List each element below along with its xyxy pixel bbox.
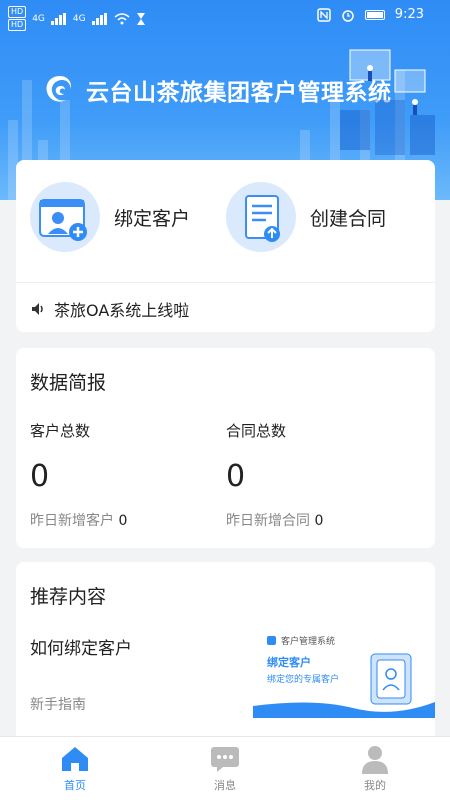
create-contract-label: 创建合同 <box>310 207 387 230</box>
tab-profile-label: 我的 <box>364 779 386 792</box>
status-time: 9:23 <box>394 7 424 22</box>
contract-total-label: 合同总数 <box>226 422 287 440</box>
customer-total-value: 0 <box>30 459 50 494</box>
hd-badge: HD <box>8 6 27 18</box>
data-brief-title: 数据简报 <box>30 372 107 394</box>
alarm-icon <box>342 9 354 22</box>
recommend-thumbnail[interactable]: 客户管理系统 绑定客户 绑定您的专属客户 <box>253 628 435 718</box>
contract-new-label: 昨日新增合同 <box>226 513 310 529</box>
recommend-title: 推荐内容 <box>30 586 107 608</box>
data-brief-card: 数据简报 客户总数 0 昨日新增客户 0 合同总数 0 昨日新增合同 0 <box>16 348 435 548</box>
bind-customer-icon <box>30 182 100 252</box>
tab-home[interactable]: 首页 <box>0 737 150 800</box>
thumb-brand: 客户管理系统 <box>281 635 335 647</box>
hourglass-icon <box>136 12 145 25</box>
bottom-tab-bar: 首页 消息 我的 <box>0 736 450 800</box>
wifi-icon <box>114 12 130 24</box>
announcement-bar[interactable]: 茶旅OA系统上线啦 <box>16 282 435 335</box>
status-bar: HD HD 4G 4G 9:23 <box>0 0 450 32</box>
status-system: 9:23 <box>317 7 424 22</box>
battery-icon <box>364 9 385 20</box>
create-contract-icon <box>226 182 296 252</box>
contract-total-value: 0 <box>226 459 246 494</box>
home-icon <box>62 747 88 771</box>
nfc-icon <box>317 7 331 22</box>
contract-stat[interactable]: 合同总数 0 昨日新增合同 0 <box>226 420 416 530</box>
tab-messages-label: 消息 <box>214 779 236 792</box>
customer-new-yesterday: 昨日新增客户 0 <box>30 510 220 530</box>
recommend-card: 推荐内容 如何绑定客户 新手指南 客户管理系统 绑定客户 绑定您的专属客户 <box>16 562 435 742</box>
contract-new-yesterday: 昨日新增合同 0 <box>226 510 416 530</box>
announcement-text: 茶旅OA系统上线啦 <box>54 301 190 320</box>
message-icon <box>211 747 239 772</box>
signal-icon <box>50 12 66 25</box>
status-network: HD HD 4G 4G <box>8 6 146 31</box>
speaker-icon <box>32 303 43 315</box>
profile-icon <box>362 746 388 774</box>
customer-new-value: 0 <box>118 513 128 529</box>
signal-4g-label: 4G <box>72 13 86 24</box>
bind-customer-button[interactable]: 绑定客户 <box>30 182 190 252</box>
tab-profile[interactable]: 我的 <box>300 737 450 800</box>
customer-stat[interactable]: 客户总数 0 昨日新增客户 0 <box>30 420 220 530</box>
quick-actions-card: 绑定客户 创建合同 茶旅OA系统上线啦 <box>16 160 435 332</box>
signal-4g-label: 4G <box>32 13 45 24</box>
customer-total-label: 客户总数 <box>30 422 91 440</box>
tab-home-label: 首页 <box>64 779 86 792</box>
tab-messages[interactable]: 消息 <box>150 737 300 800</box>
bind-customer-label: 绑定客户 <box>114 207 191 230</box>
signal-icon <box>91 12 107 25</box>
customer-new-label: 昨日新增客户 <box>30 513 114 529</box>
thumb-caption: 绑定您的专属客户 <box>267 673 339 685</box>
contract-new-value: 0 <box>314 513 324 529</box>
thumb-heading: 绑定客户 <box>267 655 311 669</box>
recommend-item-title[interactable]: 如何绑定客户 <box>30 634 132 659</box>
create-contract-button[interactable]: 创建合同 <box>226 182 386 252</box>
hd-badge: HD <box>8 19 27 31</box>
recommend-item-tag: 新手指南 <box>30 697 86 713</box>
logo-icon <box>46 76 71 102</box>
banner-illustration <box>340 49 435 155</box>
